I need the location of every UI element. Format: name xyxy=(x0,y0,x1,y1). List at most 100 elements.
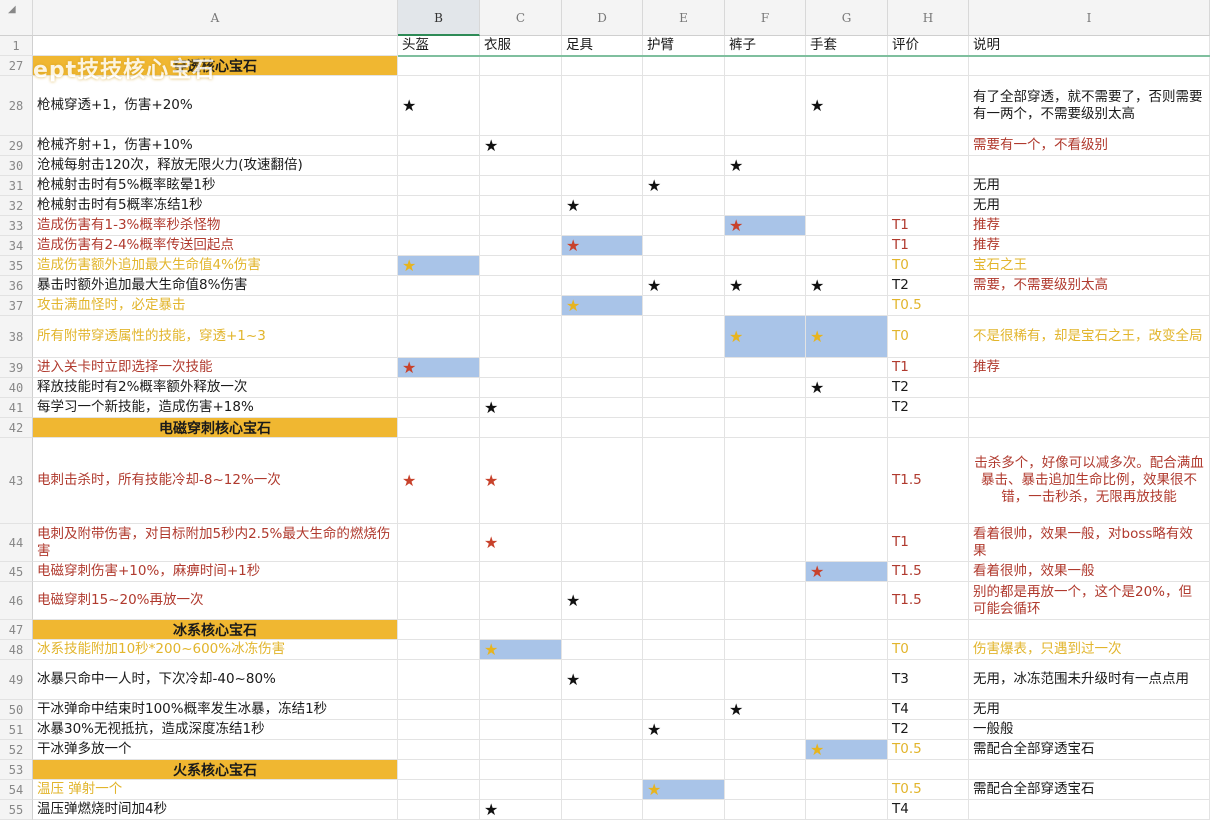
empty-cell[interactable] xyxy=(643,56,725,76)
row-number[interactable]: 55 xyxy=(0,800,33,820)
row-number[interactable]: 39 xyxy=(0,358,33,378)
slot-cell-e[interactable] xyxy=(643,216,725,236)
slot-cell-f[interactable] xyxy=(725,256,806,276)
skill-description-cell[interactable]: 干冰弹命中结束时100%概率发生冰暴，冻结1秒 xyxy=(33,700,398,720)
empty-cell[interactable] xyxy=(806,56,888,76)
slot-cell-f[interactable] xyxy=(725,562,806,582)
column-header-d[interactable]: D xyxy=(562,0,643,36)
header-cell-g[interactable]: 手套 xyxy=(806,36,888,56)
empty-cell[interactable] xyxy=(643,620,725,640)
empty-cell[interactable] xyxy=(725,760,806,780)
slot-cell-d[interactable] xyxy=(562,740,643,760)
slot-cell-f[interactable] xyxy=(725,296,806,316)
slot-cell-d[interactable]: ★ xyxy=(562,582,643,620)
column-header-g[interactable]: G xyxy=(806,0,888,36)
slot-cell-d[interactable] xyxy=(562,358,643,378)
slot-cell-e[interactable] xyxy=(643,76,725,136)
empty-cell[interactable] xyxy=(398,56,480,76)
slot-cell-f[interactable] xyxy=(725,780,806,800)
slot-cell-f[interactable]: ★ xyxy=(725,156,806,176)
row-number[interactable]: 51 xyxy=(0,720,33,740)
row-number[interactable]: 36 xyxy=(0,276,33,296)
slot-cell-e[interactable] xyxy=(643,438,725,524)
slot-cell-f[interactable] xyxy=(725,438,806,524)
slot-cell-f[interactable]: ★ xyxy=(725,316,806,358)
slot-cell-g[interactable] xyxy=(806,800,888,820)
row-number[interactable]: 53 xyxy=(0,760,33,780)
slot-cell-c[interactable] xyxy=(480,216,562,236)
column-header-b[interactable]: B xyxy=(398,0,480,36)
slot-cell-d[interactable] xyxy=(562,524,643,562)
slot-cell-b[interactable] xyxy=(398,316,480,358)
empty-cell[interactable] xyxy=(969,418,1210,438)
row-number[interactable]: 45 xyxy=(0,562,33,582)
slot-cell-b[interactable] xyxy=(398,780,480,800)
slot-cell-b[interactable] xyxy=(398,236,480,256)
skill-description-cell[interactable]: 冰暴30%无视抵抗，造成深度冻结1秒 xyxy=(33,720,398,740)
slot-cell-f[interactable] xyxy=(725,136,806,156)
row-number[interactable]: 32 xyxy=(0,196,33,216)
empty-cell[interactable] xyxy=(888,620,969,640)
skill-description-cell[interactable]: 枪械射击时有5概率冻结1秒 xyxy=(33,196,398,216)
column-header-c[interactable]: C xyxy=(480,0,562,36)
empty-cell[interactable] xyxy=(888,56,969,76)
slot-cell-d[interactable] xyxy=(562,438,643,524)
slot-cell-g[interactable]: ★ xyxy=(806,76,888,136)
row-number[interactable]: 1 xyxy=(0,36,33,56)
empty-cell[interactable] xyxy=(562,418,643,438)
slot-cell-f[interactable] xyxy=(725,740,806,760)
header-cell-c[interactable]: 衣服 xyxy=(480,36,562,56)
note-cell[interactable]: 无用 xyxy=(969,700,1210,720)
slot-cell-e[interactable] xyxy=(643,398,725,418)
slot-cell-d[interactable] xyxy=(562,700,643,720)
tier-cell[interactable]: T4 xyxy=(888,800,969,820)
slot-cell-b[interactable] xyxy=(398,176,480,196)
slot-cell-c[interactable] xyxy=(480,256,562,276)
slot-cell-g[interactable] xyxy=(806,640,888,660)
column-header-h[interactable]: H xyxy=(888,0,969,36)
column-header-f[interactable]: F xyxy=(725,0,806,36)
row-number[interactable]: 37 xyxy=(0,296,33,316)
slot-cell-b[interactable] xyxy=(398,800,480,820)
note-cell[interactable]: 无用 xyxy=(969,196,1210,216)
slot-cell-f[interactable] xyxy=(725,236,806,256)
row-number[interactable]: 47 xyxy=(0,620,33,640)
tier-cell[interactable]: T1.5 xyxy=(888,562,969,582)
row-number[interactable]: 43 xyxy=(0,438,33,524)
empty-cell[interactable] xyxy=(480,620,562,640)
slot-cell-f[interactable] xyxy=(725,640,806,660)
slot-cell-e[interactable] xyxy=(643,740,725,760)
slot-cell-d[interactable]: ★ xyxy=(562,236,643,256)
slot-cell-b[interactable] xyxy=(398,196,480,216)
skill-description-cell[interactable]: 干冰弹多放一个 xyxy=(33,740,398,760)
tier-cell[interactable]: T1 xyxy=(888,524,969,562)
empty-cell[interactable] xyxy=(398,418,480,438)
row-number[interactable]: 49 xyxy=(0,660,33,700)
slot-cell-b[interactable] xyxy=(398,582,480,620)
row-number[interactable]: 35 xyxy=(0,256,33,276)
slot-cell-e[interactable] xyxy=(643,196,725,216)
empty-cell[interactable] xyxy=(480,760,562,780)
slot-cell-f[interactable] xyxy=(725,358,806,378)
slot-cell-b[interactable] xyxy=(398,156,480,176)
slot-cell-f[interactable] xyxy=(725,196,806,216)
row-number[interactable]: 41 xyxy=(0,398,33,418)
row-number[interactable]: 40 xyxy=(0,378,33,398)
tier-cell[interactable] xyxy=(888,176,969,196)
slot-cell-b[interactable] xyxy=(398,276,480,296)
slot-cell-d[interactable] xyxy=(562,316,643,358)
empty-cell[interactable] xyxy=(643,418,725,438)
note-cell[interactable]: 宝石之王 xyxy=(969,256,1210,276)
row-number[interactable]: 30 xyxy=(0,156,33,176)
tier-cell[interactable]: T1 xyxy=(888,236,969,256)
slot-cell-f[interactable] xyxy=(725,378,806,398)
slot-cell-g[interactable] xyxy=(806,700,888,720)
tier-cell[interactable]: T0.5 xyxy=(888,740,969,760)
slot-cell-e[interactable] xyxy=(643,800,725,820)
slot-cell-g[interactable]: ★ xyxy=(806,740,888,760)
slot-cell-g[interactable] xyxy=(806,216,888,236)
tier-cell[interactable]: T1 xyxy=(888,358,969,378)
slot-cell-b[interactable] xyxy=(398,720,480,740)
slot-cell-c[interactable] xyxy=(480,780,562,800)
slot-cell-c[interactable] xyxy=(480,76,562,136)
